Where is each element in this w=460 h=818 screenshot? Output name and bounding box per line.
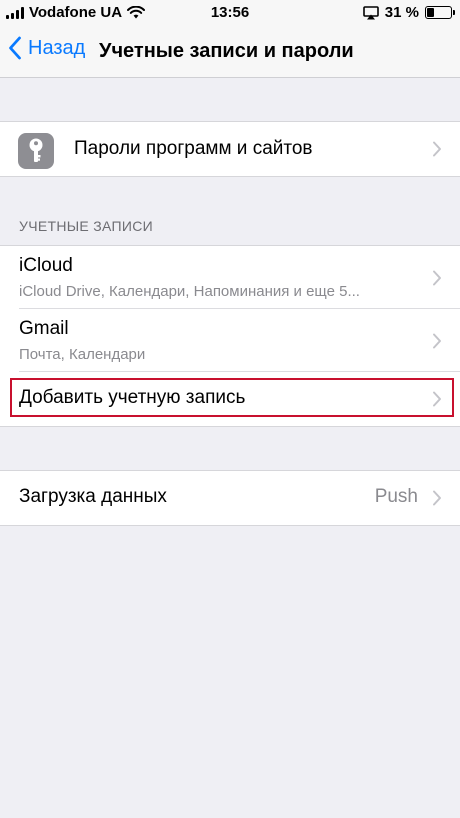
navigation-bar: Назад Учетные записи и пароли: [0, 26, 460, 78]
battery-icon: [425, 6, 455, 19]
chevron-right-icon: [433, 141, 441, 157]
settings-screen: Vodafone UA 13:56 31 % Назад Учетные зап…: [0, 0, 460, 818]
battery-fill: [427, 8, 435, 17]
fetch-data-label: Загрузка данных: [19, 486, 167, 507]
status-bar: Vodafone UA 13:56 31 %: [0, 0, 460, 26]
chevron-right-icon: [433, 490, 441, 506]
fetch-data-value: Push: [374, 486, 418, 507]
battery-percent: 31 %: [384, 4, 419, 21]
status-left: Vodafone UA: [6, 4, 146, 21]
carrier-label: Vodafone UA: [29, 4, 123, 21]
accounts-group: iCloud iCloud Drive, Календари, Напомина…: [0, 245, 460, 427]
accounts-section-header: УЧЕТНЫЕ ЗАПИСИ: [19, 218, 153, 234]
signal-bars-icon: [6, 6, 24, 19]
back-button[interactable]: Назад: [8, 36, 85, 60]
add-account-row[interactable]: Добавить учетную запись: [0, 372, 460, 426]
passwords-group: Пароли программ и сайтов: [0, 121, 460, 177]
passwords-label: Пароли программ и сайтов: [74, 138, 313, 159]
key-icon: [18, 133, 54, 169]
passwords-row[interactable]: Пароли программ и сайтов: [0, 122, 460, 176]
account-subtitle: iCloud Drive, Календари, Напоминания и е…: [19, 283, 360, 300]
chevron-right-icon: [433, 391, 441, 407]
account-title: iCloud: [19, 255, 73, 276]
fetch-group: Загрузка данных Push: [0, 470, 460, 526]
wifi-icon: [127, 6, 146, 19]
account-subtitle: Почта, Календари: [19, 346, 146, 363]
status-right: 31 %: [362, 4, 455, 21]
chevron-right-icon: [433, 333, 441, 348]
page-title: Учетные записи и пароли: [99, 40, 354, 62]
add-account-label: Добавить учетную запись: [19, 387, 246, 408]
chevron-left-icon: [9, 36, 21, 60]
account-row-gmail[interactable]: Gmail Почта, Календари: [0, 309, 460, 372]
back-label: Назад: [28, 36, 86, 59]
chevron-right-icon: [433, 270, 441, 285]
airplay-icon: [362, 5, 379, 19]
account-title: Gmail: [19, 318, 69, 339]
fetch-data-row[interactable]: Загрузка данных Push: [0, 471, 460, 525]
account-row-icloud[interactable]: iCloud iCloud Drive, Календари, Напомина…: [0, 246, 460, 309]
